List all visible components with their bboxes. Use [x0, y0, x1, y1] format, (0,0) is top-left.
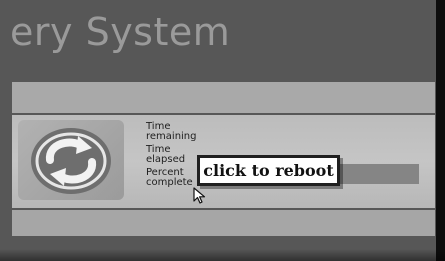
logo-tile [18, 120, 124, 200]
bottom-band [12, 210, 435, 236]
percent-complete-label: Percent complete [146, 167, 193, 188]
time-elapsed-label: Time elapsed [146, 144, 186, 165]
circular-arrows-logo-icon [31, 128, 111, 194]
monitor-bezel [436, 0, 445, 261]
top-band [12, 82, 435, 113]
bottom-shadow [0, 249, 445, 261]
reboot-button[interactable]: click to reboot [197, 155, 340, 186]
screen: ery System Time remaining Time elapsed P… [0, 0, 445, 261]
mouse-pointer-icon [193, 187, 206, 204]
app-title: ery System [10, 10, 231, 54]
time-remaining-label: Time remaining [146, 121, 197, 142]
